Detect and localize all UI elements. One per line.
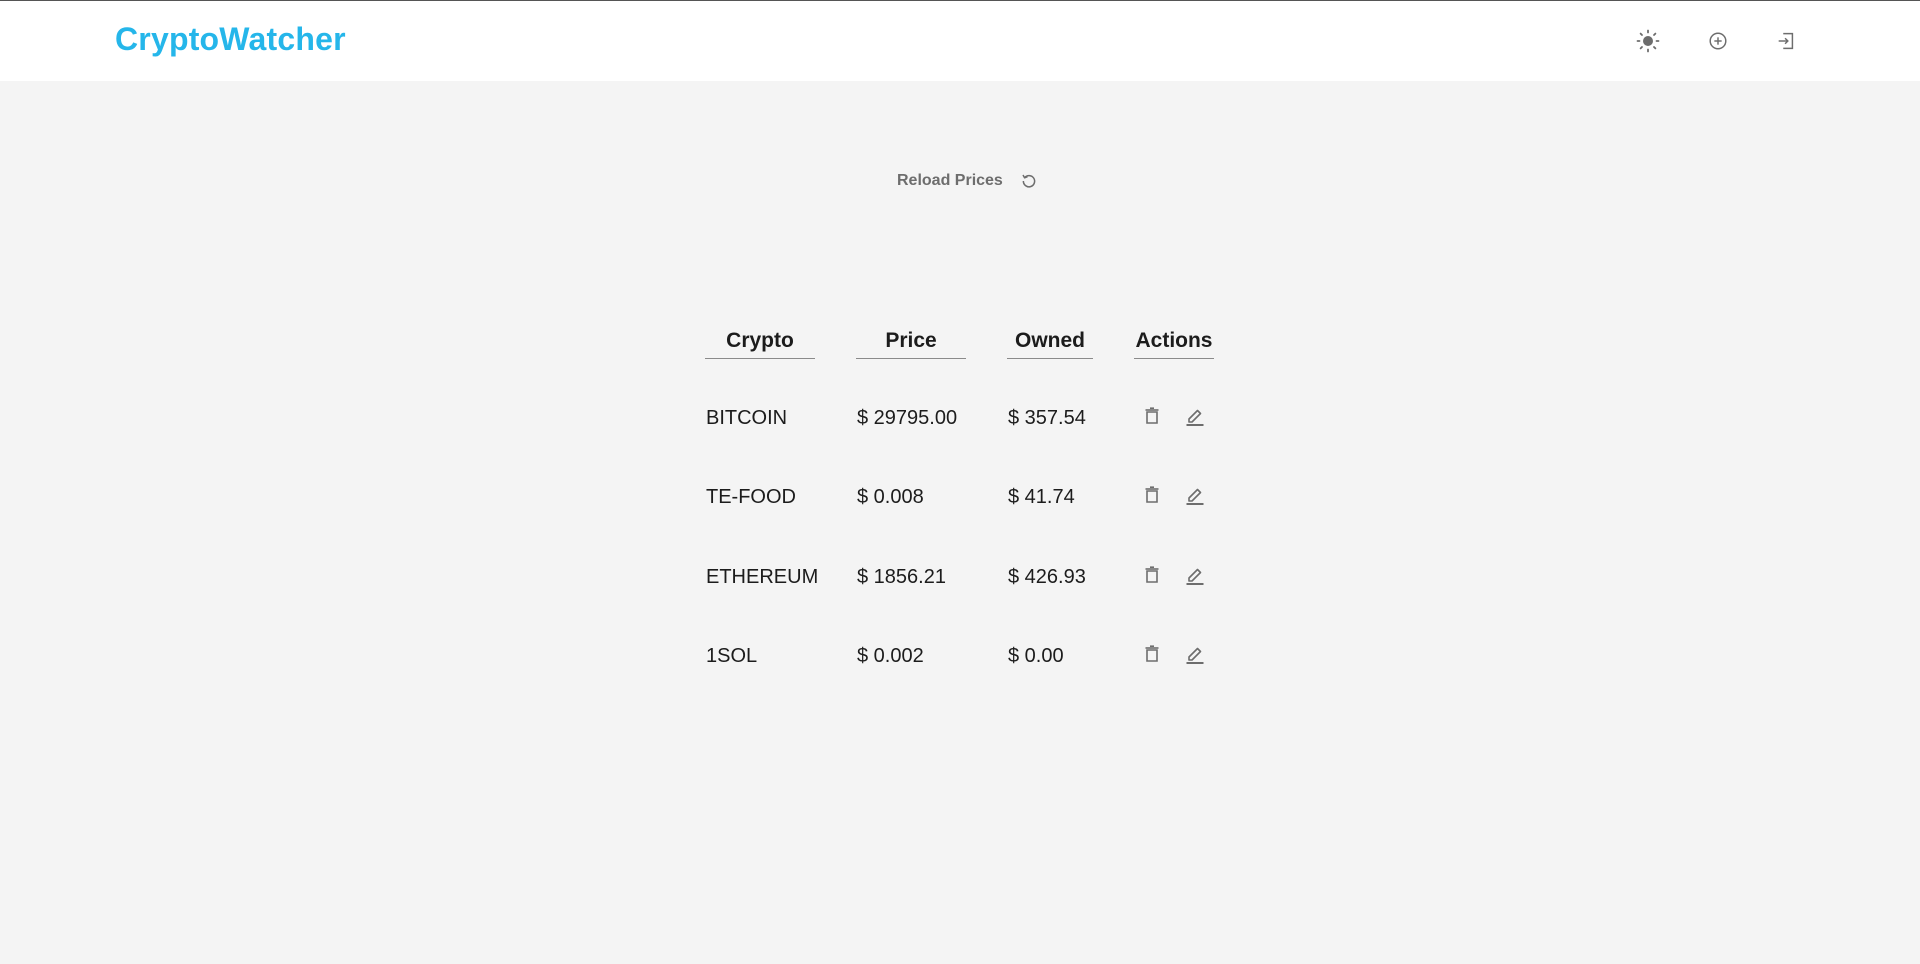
- delete-button[interactable]: [1141, 644, 1163, 668]
- edit-button[interactable]: [1184, 566, 1206, 588]
- edit-icon: [1185, 644, 1205, 669]
- delete-button[interactable]: [1141, 565, 1163, 589]
- crypto-price: $ 1856.21: [857, 566, 946, 588]
- edit-icon: [1185, 406, 1205, 431]
- column-header-price: Price: [856, 328, 966, 359]
- crypto-owned: $ 0.00: [1008, 645, 1064, 667]
- crypto-name: TE-FOOD: [706, 486, 796, 508]
- logout-button[interactable]: [1774, 29, 1798, 53]
- crypto-owned: $ 357.54: [1008, 407, 1086, 429]
- app-header: CryptoWatcher: [0, 1, 1920, 81]
- delete-icon: [1144, 565, 1160, 589]
- logout-icon: [1775, 30, 1797, 52]
- main-content: Reload Prices Crypto Price Owned Actions…: [0, 81, 1920, 964]
- edit-button[interactable]: [1184, 486, 1206, 508]
- crypto-name: 1SOL: [706, 645, 758, 667]
- crypto-owned: $ 426.93: [1008, 566, 1086, 588]
- reload-prices-button[interactable]: Reload Prices: [897, 169, 1039, 193]
- app-title[interactable]: CryptoWatcher: [115, 21, 346, 58]
- crypto-price: $ 0.008: [857, 486, 924, 508]
- edit-button[interactable]: [1184, 645, 1206, 667]
- theme-toggle-button[interactable]: [1636, 29, 1660, 53]
- delete-button[interactable]: [1141, 485, 1163, 509]
- delete-button[interactable]: [1141, 406, 1163, 430]
- crypto-price: $ 0.002: [857, 645, 924, 667]
- crypto-name: BITCOIN: [706, 407, 788, 429]
- column-header-crypto: Crypto: [705, 328, 815, 359]
- plus-circle-icon: [1707, 30, 1729, 52]
- crypto-price: $ 29795.00: [857, 407, 958, 429]
- reload-prices-label: Reload Prices: [897, 172, 1003, 189]
- edit-button[interactable]: [1184, 407, 1206, 429]
- edit-icon: [1185, 485, 1205, 510]
- reload-icon: [1019, 171, 1039, 191]
- crypto-owned: $ 41.74: [1008, 486, 1075, 508]
- column-header-actions: Actions: [1134, 328, 1214, 359]
- delete-icon: [1144, 644, 1160, 668]
- crypto-name: ETHEREUM: [706, 566, 819, 588]
- add-crypto-button[interactable]: [1706, 29, 1730, 53]
- sun-icon: [1636, 29, 1660, 53]
- edit-icon: [1185, 565, 1205, 590]
- delete-icon: [1144, 485, 1160, 509]
- delete-icon: [1144, 406, 1160, 430]
- column-header-owned: Owned: [1007, 328, 1093, 359]
